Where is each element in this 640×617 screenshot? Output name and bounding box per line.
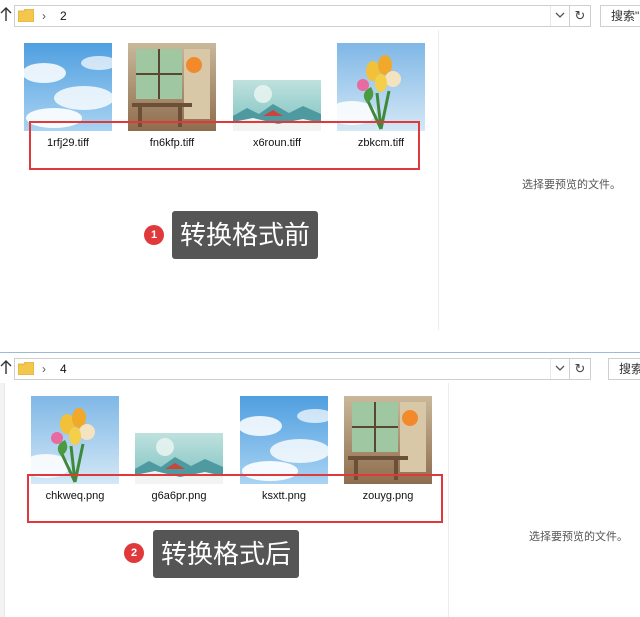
chevron-down-icon[interactable]	[550, 6, 568, 26]
breadcrumb-folder[interactable]: 2	[60, 8, 67, 24]
chevron-down-icon[interactable]	[550, 359, 568, 379]
thumbnail-tulip-bouquet[interactable]	[337, 43, 425, 131]
search-input[interactable]: 搜索"	[600, 5, 640, 27]
address-bar[interactable]: › 2 ↻	[14, 5, 591, 27]
up-arrow-icon[interactable]	[0, 359, 14, 377]
preview-pane-divider	[448, 383, 449, 617]
thumbnail-cafe-window[interactable]	[344, 396, 432, 484]
preview-pane-divider	[438, 30, 439, 330]
caption-label: 转换格式前	[172, 211, 319, 259]
refresh-icon[interactable]: ↻	[569, 359, 590, 379]
file-explorer-after: › 4 ↻ 搜索	[0, 352, 640, 617]
step-badge: 2	[124, 543, 144, 563]
folder-icon	[18, 362, 34, 375]
breadcrumb-separator: ›	[42, 362, 46, 376]
thumbnail-cafe-window[interactable]	[128, 43, 216, 131]
address-row: › 2 ↻ 搜索"	[0, 0, 640, 30]
caption-label: 转换格式后	[153, 530, 300, 578]
preview-hint: 选择要预览的文件。	[529, 531, 628, 543]
highlight-box	[29, 121, 420, 170]
search-input[interactable]: 搜索	[608, 358, 640, 380]
thumbnail-tulip-bouquet[interactable]	[31, 396, 119, 484]
breadcrumb-folder[interactable]: 4	[60, 361, 67, 377]
up-arrow-icon[interactable]	[0, 6, 14, 24]
thumbnail-sky-clouds[interactable]	[240, 396, 328, 484]
highlight-box	[27, 474, 443, 523]
navigation-pane-edge[interactable]	[0, 383, 5, 617]
folder-icon	[18, 9, 34, 22]
thumbnail-sky-clouds[interactable]	[24, 43, 112, 131]
refresh-icon[interactable]: ↻	[569, 6, 590, 26]
step-badge: 1	[144, 225, 164, 245]
address-bar[interactable]: › 4 ↻	[14, 358, 591, 380]
address-row: › 4 ↻ 搜索	[0, 353, 640, 383]
breadcrumb-separator: ›	[42, 9, 46, 23]
file-explorer-before: › 2 ↻ 搜索" 1rfj29.tiff fn6kfp.tiff x6roun…	[0, 0, 640, 330]
preview-hint: 选择要预览的文件。	[522, 179, 621, 191]
